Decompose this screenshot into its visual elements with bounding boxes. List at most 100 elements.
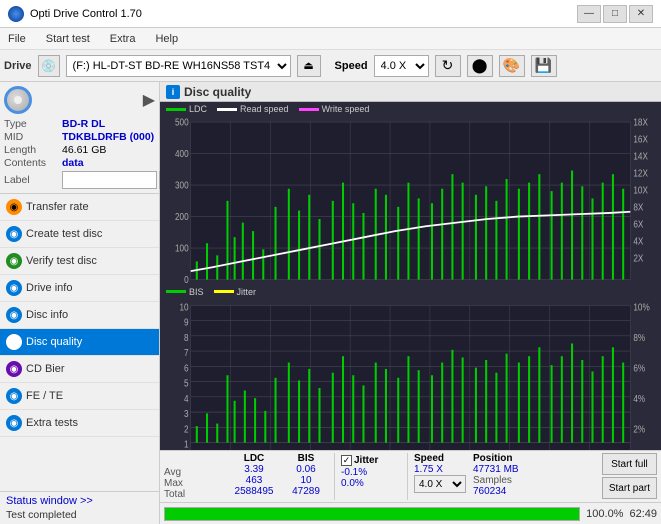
contents-value: data <box>62 157 84 169</box>
titlebar-left: Opti Drive Control 1.70 <box>8 6 142 22</box>
eject-button[interactable]: ⏏ <box>297 55 321 77</box>
svg-text:8: 8 <box>184 332 189 343</box>
save-button[interactable]: 💾 <box>531 55 557 77</box>
drive-icon: 💿 <box>38 55 60 77</box>
mid-label: MID <box>4 131 62 143</box>
speed-col: Speed 1.75 X 4.0 X <box>414 453 469 493</box>
max-label: Max <box>164 478 224 489</box>
legend-write-speed: Write speed <box>299 104 370 114</box>
sidebar-item-fe-te[interactable]: ◉ FE / TE <box>0 383 159 410</box>
start-part-button[interactable]: Start part <box>602 477 657 499</box>
main-area: ▶ Type BD-R DL MID TDKBLDRFB (000) Lengt… <box>0 82 661 524</box>
drive-label: Drive <box>4 60 32 72</box>
svg-text:4: 4 <box>184 393 189 404</box>
speed-select[interactable]: 4.0 X <box>414 475 466 493</box>
speed-header: Speed <box>414 453 469 464</box>
sidebar-item-label: Disc quality <box>26 336 82 348</box>
disc-icon <box>4 86 32 114</box>
disc-length-row: Length 46.61 GB <box>4 144 155 156</box>
maximize-button[interactable]: □ <box>603 5 627 23</box>
svg-text:5: 5 <box>184 378 189 389</box>
sidebar-item-extra-tests[interactable]: ◉ Extra tests <box>0 410 159 437</box>
menu-file[interactable]: File <box>4 31 30 47</box>
disc-info-icon: ◉ <box>6 307 22 323</box>
sidebar-item-transfer-rate[interactable]: ◉ Transfer rate <box>0 194 159 221</box>
sidebar-item-disc-quality[interactable]: ◉ Disc quality <box>0 329 159 356</box>
start-full-button[interactable]: Start full <box>602 453 657 475</box>
svg-text:10%: 10% <box>633 301 649 312</box>
write-speed-legend-line <box>299 108 319 111</box>
progress-bar-container: 100.0% 62:49 <box>160 502 661 524</box>
top-chart: LDC Read speed Write speed <box>160 102 661 285</box>
sidebar-item-drive-info[interactable]: ◉ Drive info <box>0 275 159 302</box>
ldc-max: 463 <box>228 475 280 486</box>
sidebar-item-verify-test-disc[interactable]: ◉ Verify test disc <box>0 248 159 275</box>
svg-text:200: 200 <box>175 212 189 223</box>
svg-text:400: 400 <box>175 149 189 160</box>
samples-value: 760234 <box>473 486 543 497</box>
sidebar-item-disc-info[interactable]: ◉ Disc info <box>0 302 159 329</box>
status-window-link[interactable]: Status window >> <box>6 495 93 507</box>
bottom-chart-legend: BIS Jitter <box>160 285 661 299</box>
svg-text:14X: 14X <box>633 151 648 162</box>
menu-help[interactable]: Help <box>151 31 182 47</box>
label-input[interactable] <box>62 171 157 189</box>
jitter-avg: -0.1% <box>341 467 401 478</box>
ldc-legend-label: LDC <box>189 104 207 114</box>
disc-header: ▶ <box>4 86 155 114</box>
write-speed-legend-label: Write speed <box>322 104 370 114</box>
speed-select[interactable]: 4.0 X <box>374 55 429 77</box>
svg-text:6X: 6X <box>633 219 643 230</box>
sidebar-item-label: Verify test disc <box>26 255 97 267</box>
transfer-rate-icon: ◉ <box>6 199 22 215</box>
stats-bar: Avg Max Total LDC 3.39 463 2588495 BIS 0… <box>160 450 661 502</box>
svg-text:16X: 16X <box>633 134 648 145</box>
position-col: Position 47731 MB Samples 760234 <box>473 453 543 497</box>
length-value: 46.61 GB <box>62 144 106 156</box>
drive-select[interactable]: (F:) HL-DT-ST BD-RE WH16NS58 TST4 <box>66 55 291 77</box>
legend-ldc: LDC <box>166 104 207 114</box>
disc-contents-row: Contents data <box>4 157 155 169</box>
cd-bier-icon: ◉ <box>6 361 22 377</box>
menu-start-test[interactable]: Start test <box>42 31 94 47</box>
bis-legend-label: BIS <box>189 287 204 297</box>
speed-label: Speed <box>335 60 368 72</box>
sidebar-item-label: Disc info <box>26 309 68 321</box>
svg-text:9: 9 <box>184 317 189 328</box>
mid-value: TDKBLDRFB (000) <box>62 131 154 143</box>
minimize-button[interactable]: — <box>577 5 601 23</box>
svg-text:10X: 10X <box>633 185 648 196</box>
svg-text:8X: 8X <box>633 202 643 213</box>
sidebar-item-label: Drive info <box>26 282 72 294</box>
titlebar-controls[interactable]: — □ ✕ <box>577 5 653 23</box>
refresh-button[interactable]: ↻ <box>435 55 461 77</box>
disc-label-row: Label ✎ <box>4 171 155 189</box>
sidebar-item-create-test-disc[interactable]: ◉ Create test disc <box>0 221 159 248</box>
jitter-checkbox[interactable]: ✓ <box>341 455 352 466</box>
type-value: BD-R DL <box>62 118 105 130</box>
sidebar-item-cd-bier[interactable]: ◉ CD Bier <box>0 356 159 383</box>
jitter-legend-line <box>214 290 234 293</box>
type-label: Type <box>4 118 62 130</box>
close-button[interactable]: ✕ <box>629 5 653 23</box>
progress-percent: 100.0% <box>586 508 623 520</box>
jitter-col: ✓ Jitter -0.1% 0.0% <box>341 453 401 489</box>
bis-max: 10 <box>284 475 328 486</box>
avg-label: Avg <box>164 467 224 478</box>
disc-quality-title: Disc quality <box>184 85 251 99</box>
menu-extra[interactable]: Extra <box>106 31 140 47</box>
disc-nav-arrow[interactable]: ▶ <box>143 90 155 110</box>
position-header: Position <box>473 453 543 464</box>
bis-legend-line <box>166 290 186 293</box>
progress-time: 62:49 <box>629 508 657 520</box>
legend-read-speed: Read speed <box>217 104 289 114</box>
contents-label: Contents <box>4 157 62 169</box>
svg-text:10: 10 <box>180 301 189 312</box>
total-label: Total <box>164 489 224 500</box>
color-button[interactable]: 🎨 <box>499 55 525 77</box>
sidebar-item-label: Extra tests <box>26 417 78 429</box>
svg-text:3: 3 <box>184 408 189 419</box>
bottom-chart: BIS Jitter <box>160 285 661 450</box>
scan-button[interactable]: ⬤ <box>467 55 493 77</box>
drive-info-icon: ◉ <box>6 280 22 296</box>
